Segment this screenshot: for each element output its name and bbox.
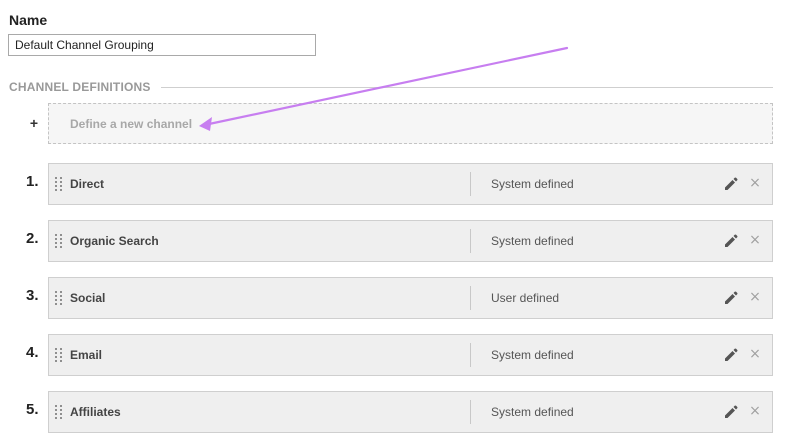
channel-row: 2. Organic Search System defined × (0, 220, 811, 262)
pencil-icon[interactable] (723, 233, 739, 249)
channel-item: Social User defined × (48, 277, 773, 319)
channel-name: Social (70, 291, 106, 305)
drag-handle-icon[interactable] (55, 234, 63, 248)
channel-type: User defined (491, 291, 560, 305)
close-icon[interactable]: × (748, 232, 762, 248)
channel-item: Email System defined × (48, 334, 773, 376)
channel-name: Email (70, 348, 103, 362)
define-new-channel-button[interactable]: Define a new channel (48, 103, 773, 144)
close-icon[interactable]: × (748, 346, 762, 362)
channel-name: Organic Search (70, 234, 159, 248)
channel-row: 1. Direct System defined × (0, 163, 811, 205)
channel-number: 4. (26, 344, 39, 361)
channel-number: 5. (26, 401, 39, 418)
column-divider (470, 343, 471, 367)
close-icon[interactable]: × (748, 289, 762, 305)
channel-number: 3. (26, 287, 39, 304)
drag-handle-icon[interactable] (55, 348, 63, 362)
channel-row: 5. Affiliates System defined × (0, 391, 811, 433)
column-divider (470, 229, 471, 253)
add-icon[interactable]: + (28, 115, 40, 131)
channel-name: Affiliates (70, 405, 121, 419)
section-divider (158, 87, 773, 88)
channel-type: System defined (491, 405, 574, 419)
column-divider (470, 286, 471, 310)
pencil-icon[interactable] (723, 404, 739, 420)
channel-type: System defined (491, 348, 574, 362)
section-heading: CHANNEL DEFINITIONS (9, 80, 161, 94)
drag-handle-icon[interactable] (55, 405, 63, 419)
pencil-icon[interactable] (723, 347, 739, 363)
define-new-channel-label: Define a new channel (70, 117, 193, 131)
channel-number: 2. (26, 230, 39, 247)
close-icon[interactable]: × (748, 175, 762, 191)
channel-item: Affiliates System defined × (48, 391, 773, 433)
drag-handle-icon[interactable] (55, 177, 63, 191)
channel-name: Direct (70, 177, 105, 191)
column-divider (470, 400, 471, 424)
channel-type: System defined (491, 177, 574, 191)
pencil-icon[interactable] (723, 176, 739, 192)
channel-item: Direct System defined × (48, 163, 773, 205)
channel-type: System defined (491, 234, 574, 248)
pencil-icon[interactable] (723, 290, 739, 306)
channel-row: 3. Social User defined × (0, 277, 811, 319)
column-divider (470, 172, 471, 196)
name-input[interactable] (8, 34, 316, 56)
name-label: Name (9, 12, 48, 28)
drag-handle-icon[interactable] (55, 291, 63, 305)
channel-grouping-editor: Name CHANNEL DEFINITIONS + Define a new … (0, 0, 811, 439)
channel-number: 1. (26, 173, 39, 190)
channel-item: Organic Search System defined × (48, 220, 773, 262)
channel-row: 4. Email System defined × (0, 334, 811, 376)
close-icon[interactable]: × (748, 403, 762, 419)
